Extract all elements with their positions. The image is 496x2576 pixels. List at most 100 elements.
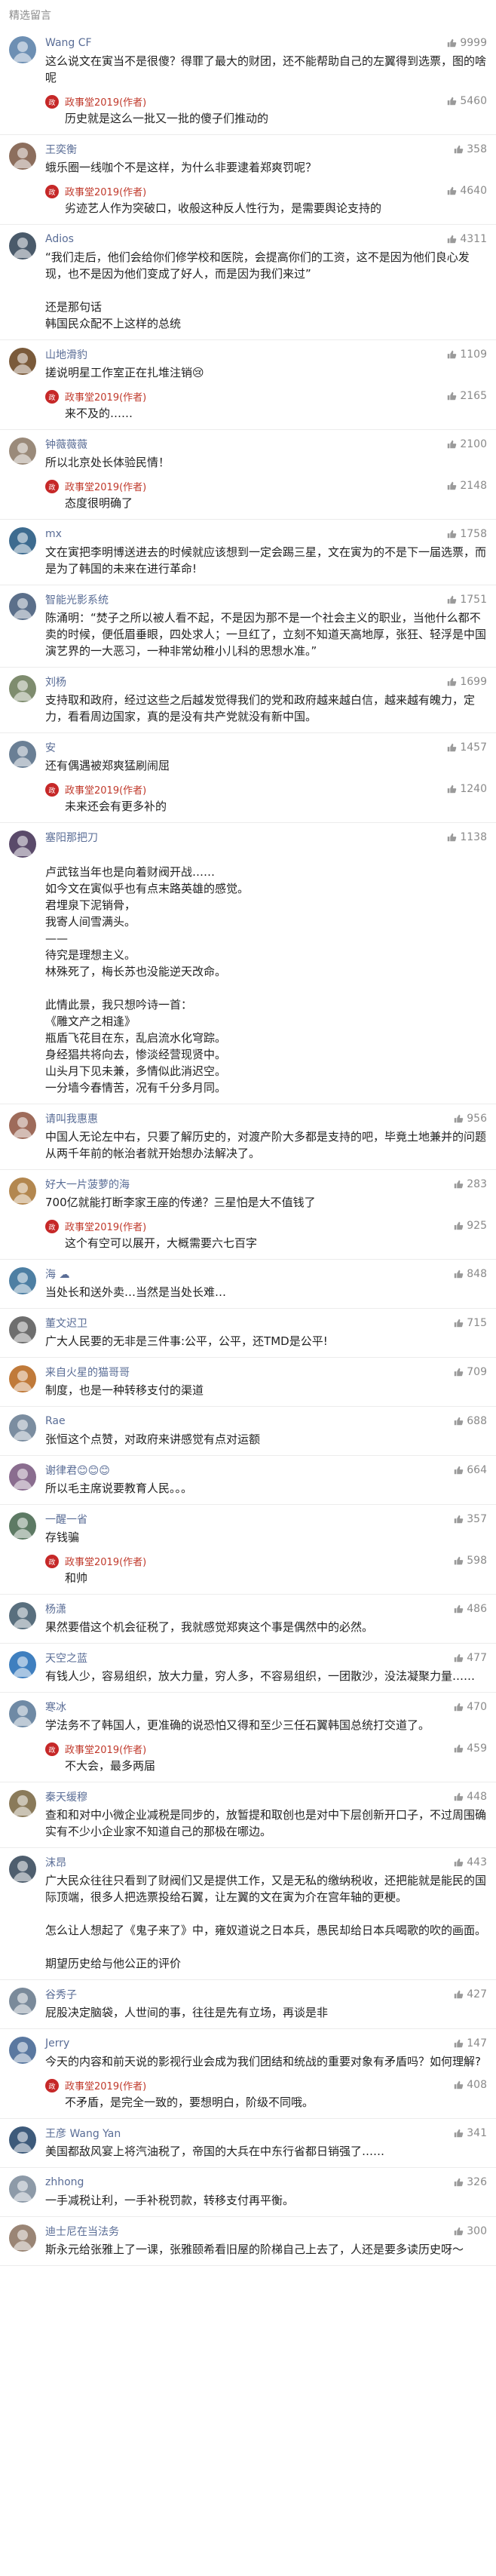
avatar[interactable] <box>9 1267 36 1294</box>
commenter-name[interactable]: mx <box>45 528 62 540</box>
avatar[interactable] <box>9 1700 36 1727</box>
avatar[interactable] <box>9 1512 36 1540</box>
avatar[interactable] <box>9 232 36 259</box>
like-count[interactable]: 664 <box>453 1464 487 1476</box>
avatar[interactable] <box>9 593 36 620</box>
like-count[interactable]: 341 <box>453 2127 487 2139</box>
like-count[interactable]: 470 <box>453 1701 487 1713</box>
like-count[interactable]: 688 <box>453 1415 487 1427</box>
thumb-up-icon[interactable] <box>446 832 457 843</box>
commenter-name[interactable]: Rae <box>45 1415 66 1427</box>
like-count[interactable]: 1109 <box>446 348 487 361</box>
avatar[interactable] <box>9 741 36 768</box>
like-count[interactable]: 4311 <box>446 233 487 245</box>
like-count[interactable]: 448 <box>453 1791 487 1803</box>
commenter-name[interactable]: 塞阳那把刀 <box>45 830 98 845</box>
avatar[interactable] <box>9 2126 36 2154</box>
commenter-name[interactable]: 刘杨 <box>45 674 66 689</box>
reply-like-count[interactable]: 408 <box>453 2079 487 2091</box>
thumb-up-icon[interactable] <box>446 186 457 196</box>
like-count[interactable]: 2100 <box>446 438 487 450</box>
thumb-up-icon[interactable] <box>453 1367 464 1377</box>
commenter-name[interactable]: 山地滑豹 <box>45 347 87 362</box>
reply-like-count[interactable]: 2148 <box>446 480 487 492</box>
thumb-up-icon[interactable] <box>453 2128 464 2138</box>
avatar[interactable] <box>9 1602 36 1629</box>
thumb-up-icon[interactable] <box>453 1269 464 1279</box>
avatar[interactable] <box>9 2037 36 2064</box>
avatar[interactable] <box>9 1112 36 1139</box>
thumb-up-icon[interactable] <box>446 742 457 753</box>
avatar[interactable] <box>9 2175 36 2203</box>
avatar[interactable] <box>9 1651 36 1678</box>
avatar[interactable] <box>9 1856 36 1883</box>
commenter-name[interactable]: 谢律君😊😊😊 <box>45 1463 110 1478</box>
thumb-up-icon[interactable] <box>446 439 457 450</box>
thumb-up-icon[interactable] <box>453 1416 464 1426</box>
avatar[interactable] <box>9 1177 36 1205</box>
thumb-up-icon[interactable] <box>446 529 457 539</box>
thumb-up-icon[interactable] <box>453 1113 464 1124</box>
avatar[interactable] <box>9 348 36 375</box>
commenter-name[interactable]: 请叫我惠惠 <box>45 1111 98 1126</box>
reply-like-count[interactable]: 1240 <box>446 783 487 795</box>
like-count[interactable]: 326 <box>453 2176 487 2188</box>
avatar[interactable] <box>9 1988 36 2015</box>
thumb-up-icon[interactable] <box>453 1514 464 1524</box>
thumb-up-icon[interactable] <box>446 677 457 687</box>
thumb-up-icon[interactable] <box>453 2038 464 2049</box>
commenter-name[interactable]: 一醒一省 <box>45 1512 87 1527</box>
thumb-up-icon[interactable] <box>453 1702 464 1712</box>
commenter-name[interactable]: 来自火星的猫哥哥 <box>45 1365 130 1380</box>
thumb-up-icon[interactable] <box>453 1318 464 1328</box>
like-count[interactable]: 709 <box>453 1366 487 1378</box>
like-count[interactable]: 357 <box>453 1513 487 1525</box>
commenter-name[interactable]: 寒冰 <box>45 1699 66 1715</box>
commenter-name[interactable]: 王彦 Wang Yan <box>45 2126 121 2141</box>
thumb-up-icon[interactable] <box>453 1465 464 1475</box>
like-count[interactable]: 1751 <box>446 594 487 606</box>
avatar[interactable] <box>9 143 36 170</box>
commenter-name[interactable]: Jerry <box>45 2037 69 2049</box>
thumb-up-icon[interactable] <box>453 1989 464 2000</box>
reply-like-count[interactable]: 459 <box>453 1742 487 1755</box>
like-count[interactable]: 848 <box>453 1268 487 1280</box>
like-count[interactable]: 715 <box>453 1317 487 1329</box>
thumb-up-icon[interactable] <box>446 96 457 106</box>
commenter-name[interactable]: 海 ☁ <box>45 1267 69 1282</box>
commenter-name[interactable]: 好大一片菠萝的海 <box>45 1177 130 1192</box>
avatar[interactable] <box>9 36 36 63</box>
avatar[interactable] <box>9 1365 36 1392</box>
commenter-name[interactable]: Wang CF <box>45 37 92 49</box>
like-count[interactable]: 1457 <box>446 741 487 754</box>
thumb-up-icon[interactable] <box>453 1179 464 1190</box>
commenter-name[interactable]: 天空之蓝 <box>45 1650 87 1666</box>
thumb-up-icon[interactable] <box>446 594 457 605</box>
commenter-name[interactable]: 董文迟卫 <box>45 1316 87 1331</box>
like-count[interactable]: 1699 <box>446 676 487 688</box>
reply-like-count[interactable]: 598 <box>453 1555 487 1567</box>
like-count[interactable]: 1758 <box>446 528 487 540</box>
like-count[interactable]: 147 <box>453 2037 487 2049</box>
commenter-name[interactable]: 迪士尼在当法务 <box>45 2224 119 2239</box>
thumb-up-icon[interactable] <box>453 1792 464 1802</box>
commenter-name[interactable]: 沫昂 <box>45 1855 66 1870</box>
avatar[interactable] <box>9 675 36 702</box>
thumb-up-icon[interactable] <box>453 2177 464 2188</box>
thumb-up-icon[interactable] <box>453 1743 464 1754</box>
like-count[interactable]: 956 <box>453 1113 487 1125</box>
like-count[interactable]: 9999 <box>446 37 487 49</box>
thumb-up-icon[interactable] <box>446 784 457 794</box>
thumb-up-icon[interactable] <box>453 2226 464 2237</box>
commenter-name[interactable]: 安 <box>45 740 56 755</box>
commenter-name[interactable]: zhhong <box>45 2176 84 2188</box>
like-count[interactable]: 443 <box>453 1856 487 1868</box>
thumb-up-icon[interactable] <box>446 38 457 48</box>
avatar[interactable] <box>9 438 36 465</box>
commenter-name[interactable]: Adios <box>45 233 74 245</box>
thumb-up-icon[interactable] <box>453 1604 464 1614</box>
thumb-up-icon[interactable] <box>446 391 457 401</box>
like-count[interactable]: 358 <box>453 143 487 155</box>
like-count[interactable]: 477 <box>453 1652 487 1664</box>
thumb-up-icon[interactable] <box>446 234 457 244</box>
